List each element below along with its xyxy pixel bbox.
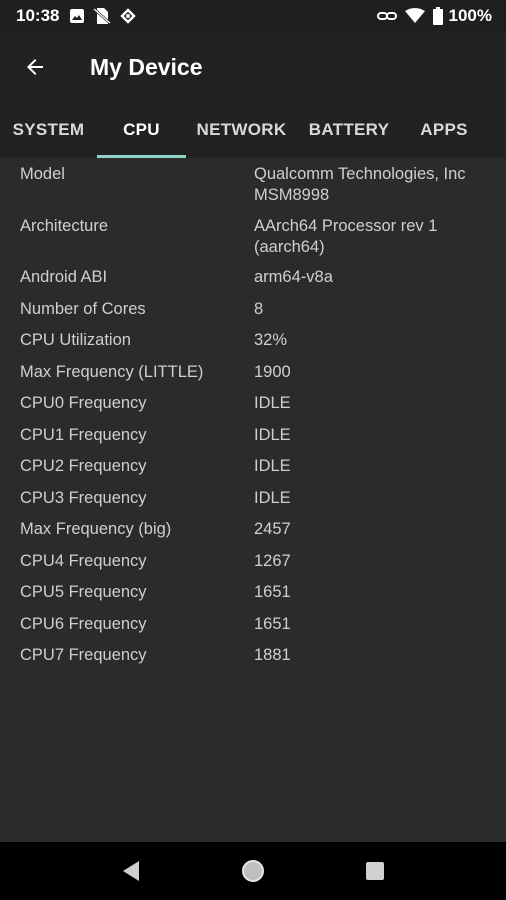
tab-battery[interactable]: BATTERY — [297, 102, 401, 158]
row-value: 32% — [254, 331, 288, 349]
list-item: Max Frequency (big) 2457 — [0, 519, 494, 540]
list-item: CPU3 Frequency IDLE — [0, 488, 494, 509]
nav-recents-button[interactable] — [345, 842, 405, 900]
row-label: CPU6 Frequency — [20, 615, 147, 633]
list-item: Android ABI arm64-v8a — [0, 267, 494, 288]
wifi-icon — [404, 8, 425, 24]
battery-icon — [432, 7, 443, 25]
image-icon — [69, 8, 85, 24]
row-label: CPU1 Frequency — [20, 426, 147, 444]
row-value: 1651 — [254, 615, 291, 633]
row-label: CPU5 Frequency — [20, 583, 147, 601]
list-item: Model Qualcomm Technologies, Inc MSM8998 — [0, 164, 494, 206]
row-label: CPU4 Frequency — [20, 552, 147, 570]
tab-system[interactable]: SYSTEM — [0, 102, 97, 158]
tab-network[interactable]: NETWORK — [186, 102, 297, 158]
row-label: Max Frequency (big) — [20, 520, 172, 538]
row-label: CPU7 Frequency — [20, 646, 147, 664]
row-value: 1651 — [254, 583, 291, 601]
row-value: Qualcomm Technologies, Inc MSM8998 — [254, 165, 466, 204]
list-item: CPU2 Frequency IDLE — [0, 456, 494, 477]
triangle-back-icon — [123, 861, 139, 881]
link-icon — [376, 9, 397, 23]
row-value: 1881 — [254, 646, 291, 664]
row-value: 2457 — [254, 520, 291, 538]
no-sim-icon — [93, 7, 112, 25]
row-value: 1267 — [254, 552, 291, 570]
sync-icon — [119, 7, 137, 25]
tab-apps[interactable]: APPS — [401, 102, 487, 158]
circle-home-icon — [242, 860, 264, 882]
page-title: My Device — [90, 53, 203, 80]
list-item: CPU1 Frequency IDLE — [0, 425, 494, 446]
tab-cpu[interactable]: CPU — [97, 102, 186, 158]
list-item: CPU7 Frequency 1881 — [0, 645, 494, 666]
row-label: Max Frequency (LITTLE) — [20, 363, 204, 381]
row-label: Number of Cores — [20, 300, 146, 318]
row-label: CPU3 Frequency — [20, 489, 147, 507]
row-label: CPU Utilization — [20, 331, 131, 349]
row-value: 8 — [254, 300, 264, 318]
status-bar: 10:38 100% — [0, 0, 506, 32]
row-label: Architecture — [20, 217, 109, 235]
row-label: Android ABI — [20, 268, 108, 286]
list-item: Number of Cores 8 — [0, 299, 494, 320]
list-item: Max Frequency (LITTLE) 1900 — [0, 362, 494, 383]
row-value: IDLE — [254, 489, 291, 507]
cpu-info-list: Model Qualcomm Technologies, Inc MSM8998… — [0, 158, 506, 842]
row-label: Model — [20, 165, 65, 183]
list-item: CPU5 Frequency 1651 — [0, 582, 494, 603]
row-value: 1900 — [254, 363, 291, 381]
nav-back-button[interactable] — [101, 842, 161, 900]
row-label: CPU0 Frequency — [20, 394, 147, 412]
row-label: CPU2 Frequency — [20, 457, 147, 475]
row-value: AArch64 Processor rev 1 (aarch64) — [254, 217, 438, 256]
status-time: 10:38 — [16, 6, 60, 25]
app-bar: My Device — [0, 32, 506, 102]
tab-bar: SYSTEM CPU NETWORK BATTERY APPS — [0, 102, 506, 158]
list-item: CPU4 Frequency 1267 — [0, 551, 494, 572]
battery-percentage: 100% — [448, 6, 492, 25]
nav-home-button[interactable] — [223, 842, 283, 900]
row-value: IDLE — [254, 394, 291, 412]
back-button[interactable] — [0, 32, 70, 102]
square-recents-icon — [366, 862, 384, 880]
list-item: CPU0 Frequency IDLE — [0, 393, 494, 414]
row-value: IDLE — [254, 457, 291, 475]
row-value: IDLE — [254, 426, 291, 444]
arrow-left-icon — [27, 59, 43, 75]
system-nav-bar — [0, 842, 506, 900]
row-value: arm64-v8a — [254, 268, 333, 286]
list-item: CPU6 Frequency 1651 — [0, 614, 494, 635]
list-item: Architecture AArch64 Processor rev 1 (aa… — [0, 216, 494, 258]
list-item: CPU Utilization 32% — [0, 330, 494, 351]
